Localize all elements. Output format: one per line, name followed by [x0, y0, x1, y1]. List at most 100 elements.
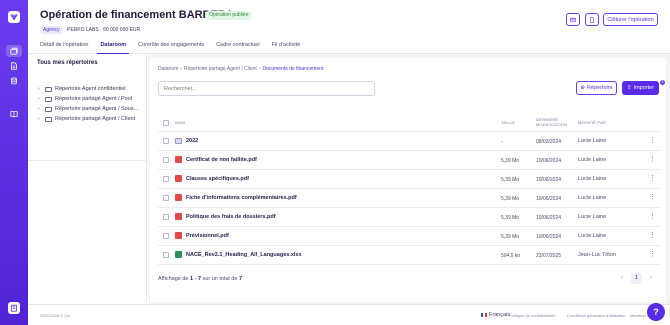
file-user: Lucie Laine — [578, 214, 607, 220]
pdf-icon — [175, 232, 182, 239]
more-options-icon[interactable]: ⋮ — [649, 155, 656, 163]
more-options-icon[interactable]: ⋮ — [649, 193, 656, 201]
row-checkbox[interactable] — [163, 176, 169, 182]
tree-item-label: Répertoire partagé Agent / Client — [55, 116, 136, 122]
tree-item-sub[interactable]: › Répertoire partagé Agent / Sous... — [38, 105, 138, 113]
legal-link[interactable]: Mentions l — [630, 313, 648, 318]
tab-activity[interactable]: Fil d'activité — [272, 40, 301, 54]
column-user[interactable]: MODIFIÉ PAR — [578, 120, 606, 125]
file-size: 5,39 Mo — [501, 177, 520, 183]
tab-details[interactable]: Détail de l'opération — [40, 40, 88, 54]
row-checkbox[interactable] — [163, 157, 169, 163]
more-options-icon[interactable]: ⋮ — [649, 212, 656, 220]
file-user: Lucie Laine — [578, 176, 607, 182]
file-name[interactable]: Clauses spécifiques.pdf — [186, 176, 249, 182]
close-operation-button[interactable]: Clôturer l'opération — [603, 13, 658, 26]
tab-bar: Détail de l'opération Dataroom Contrôle … — [40, 40, 312, 54]
more-options-icon[interactable]: ⋮ — [649, 174, 656, 182]
tree-item-label: Répertoire partagé Agent / Sous... — [55, 106, 139, 112]
language-selector[interactable]: Français — [481, 312, 510, 318]
table-row[interactable]: Certificat de non faillite.pdf 5,39 Mo 1… — [158, 151, 660, 170]
column-size[interactable]: TAILLE — [501, 120, 515, 125]
file-name[interactable]: 2022 — [186, 138, 198, 144]
file-name[interactable]: Prévisionnel.pdf — [186, 233, 229, 239]
import-label: Importer — [633, 85, 655, 91]
pagination-range: 1 - 7 — [190, 276, 202, 282]
tree-item-confidential[interactable]: › Répertoire Agent confidentiel — [38, 85, 126, 93]
breadcrumb-current: Documents de financement — [262, 66, 324, 72]
file-user: Lucie Laine — [578, 233, 607, 239]
tree-item-client[interactable]: › Répertoire partagé Agent / Client — [38, 115, 135, 123]
search-input[interactable] — [158, 81, 375, 96]
file-name[interactable]: Certificat de non faillite.pdf — [186, 157, 257, 163]
row-checkbox[interactable] — [163, 195, 169, 201]
pdf-icon — [175, 213, 182, 220]
email-button[interactable] — [566, 13, 580, 26]
table-row[interactable]: Fiche d'informations complémentaires.pdf… — [158, 189, 660, 208]
next-page-icon[interactable]: › — [650, 275, 652, 281]
column-name[interactable]: NOM — [175, 120, 185, 125]
row-checkbox[interactable] — [163, 252, 169, 258]
table-header: NOM TAILLE DERNIÈRE MODIFICATION MODIFIÉ… — [158, 114, 660, 132]
row-checkbox[interactable] — [163, 233, 169, 239]
more-options-icon[interactable]: ⋮ — [649, 231, 656, 239]
breadcrumb-item[interactable]: Répertoire partagé Agent / Client — [184, 66, 257, 72]
deal-summary: PERKO LABS · 60 000 000 EUR — [67, 27, 141, 33]
logo-icon[interactable] — [8, 11, 20, 23]
new-directory-button[interactable]: ⊕ Répertoire — [576, 81, 617, 95]
file-name[interactable]: Politique des frais de dossiers.pdf — [186, 214, 276, 220]
pagination-total: 7 — [238, 276, 243, 282]
table-row[interactable]: Clauses spécifiques.pdf 5,39 Mo 10/06/20… — [158, 170, 660, 189]
previous-page-icon[interactable]: ‹ — [621, 275, 623, 281]
tree-item-label: Répertoire Agent confidentiel — [55, 86, 126, 92]
new-directory-label: Répertoire — [586, 85, 613, 91]
page-header: Opération de financement BARBERA Opérati… — [28, 0, 670, 54]
breadcrumb: Datanom › Répertoire partagé Agent / Clien… — [158, 66, 324, 72]
terms-link[interactable]: Conditions générales d'utilisation — [567, 313, 625, 318]
export-button[interactable] — [585, 13, 599, 26]
table-row[interactable]: 2022 - 08/03/2024 Lucie Laine ⋮ — [158, 132, 660, 151]
chevron-right-icon: › — [38, 116, 40, 122]
table-row[interactable]: Politique des frais de dossiers.pdf 5,39… — [158, 208, 660, 227]
database-icon[interactable] — [6, 75, 22, 87]
import-button[interactable]: ⇪ Importer — [622, 81, 659, 95]
file-icon — [590, 16, 594, 23]
table-row[interactable]: NACE_Rev2.1_Heading_All_Languages.xlsx 5… — [158, 246, 660, 265]
table-row[interactable]: Prévisionnel.pdf 5,39 Mo 10/06/2024 Luci… — [158, 227, 660, 246]
column-date-line: MODIFICATION — [536, 122, 568, 127]
row-checkbox[interactable] — [163, 138, 169, 144]
column-date[interactable]: DERNIÈRE MODIFICATION — [536, 117, 567, 127]
breadcrumb-item[interactable]: Datanom — [158, 66, 178, 72]
file-size: 504,5 ko — [501, 253, 521, 259]
pdf-icon — [175, 194, 182, 201]
file-user: Lucie Laine — [578, 195, 607, 201]
tab-commitments[interactable]: Contrôle des engagements — [138, 40, 204, 54]
building-icon[interactable] — [8, 302, 20, 314]
privacy-link[interactable]: Politique de confidentialité — [509, 313, 555, 318]
more-options-icon[interactable]: ⋮ — [649, 250, 656, 258]
documents-icon[interactable] — [6, 60, 22, 72]
add-icon: ⊕ — [580, 85, 585, 91]
folder-icon — [45, 86, 52, 92]
footer: 2020-2025 © Ca Français Politique de con… — [28, 304, 670, 325]
row-checkbox[interactable] — [163, 214, 169, 220]
select-all-checkbox[interactable] — [163, 120, 169, 126]
more-options-icon[interactable]: ⋮ — [649, 136, 656, 144]
chevron-right-icon: › — [38, 96, 40, 102]
help-button[interactable]: ? — [647, 303, 665, 321]
file-user: Jean-Luc Triton — [578, 252, 616, 258]
tab-contract[interactable]: Cadre contractuel — [216, 40, 259, 54]
book-icon[interactable] — [6, 108, 22, 120]
file-name[interactable]: Fiche d'informations complémentaires.pdf — [186, 195, 297, 201]
language-label: Français — [489, 312, 511, 318]
page-number-button[interactable]: 1 — [631, 273, 642, 284]
tab-dataroom[interactable]: Dataroom — [97, 40, 129, 54]
file-name[interactable]: NACE_Rev2.1_Heading_All_Languages.xlsx — [186, 252, 302, 258]
deals-icon[interactable] — [6, 45, 22, 57]
tree-item-pool[interactable]: › Répertoire partagé Agent / Pool — [38, 95, 132, 103]
folder-icon — [45, 116, 52, 122]
chevron-right-icon: › — [38, 86, 40, 92]
file-size: 5,39 Mo — [501, 215, 520, 221]
folder-icon — [45, 96, 52, 102]
pdf-icon — [175, 175, 182, 182]
